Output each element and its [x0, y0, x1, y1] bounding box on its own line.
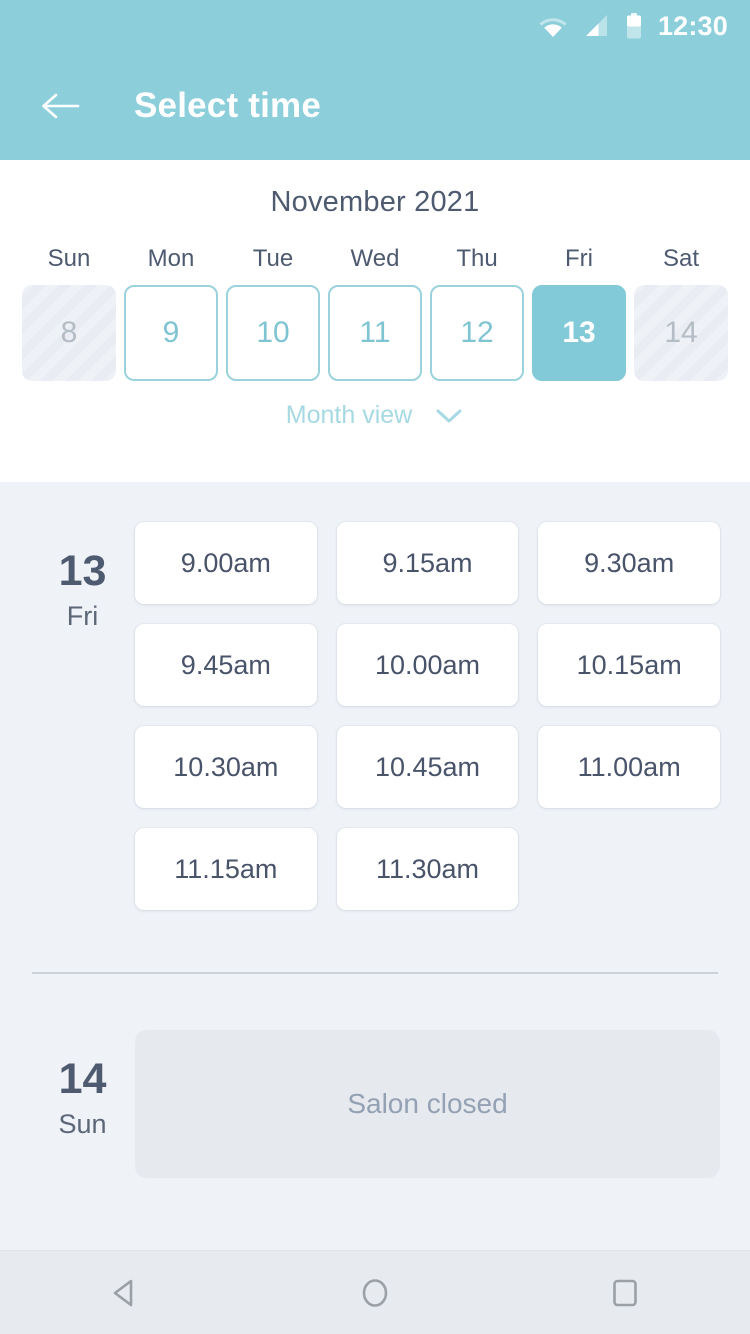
time-slot[interactable]: 10.30am	[135, 726, 317, 808]
time-slot[interactable]: 10.00am	[336, 624, 519, 706]
status-bar: 12:30	[0, 0, 750, 52]
status-bar-clock: 12:30	[657, 10, 728, 41]
schedule-day-label: 13 Fri	[30, 522, 135, 910]
calendar-day-cell[interactable]: 11	[328, 285, 422, 381]
time-slot[interactable]: 9.30am	[538, 522, 720, 604]
weekday-header: Fri	[565, 245, 593, 272]
schedule-day-block: 14 Sun Salon closed	[0, 974, 750, 1178]
time-slot[interactable]: 9.00am	[135, 522, 317, 604]
time-slot[interactable]: 10.45am	[336, 726, 519, 808]
time-slot[interactable]: 9.45am	[135, 624, 317, 706]
schedule-day-weekday: Fri	[66, 601, 99, 631]
weekday-header: Thu	[456, 245, 498, 272]
schedule-day-label: 14 Sun	[30, 1030, 135, 1178]
weekday-header: Sun	[47, 245, 91, 272]
calendar-day-cell: 14	[634, 285, 728, 381]
status-bar-icons	[538, 13, 642, 39]
home-circle-icon	[362, 1278, 388, 1307]
schedule-day-number: 13	[58, 547, 107, 595]
salon-closed-panel: Salon closed	[135, 1030, 720, 1178]
app-root: 12:30 Select time November 2021 Sun Mon …	[0, 0, 750, 1334]
chevron-down-icon	[436, 409, 462, 422]
schedule-day-number: 14	[58, 1055, 107, 1103]
calendar-day-cell[interactable]: 12	[430, 285, 524, 381]
app-bar: Select time	[0, 52, 750, 160]
calendar-weekday-header-row: Sun Mon Tue Wed Thu Fri Sat	[0, 245, 750, 285]
nav-recents-button[interactable]	[570, 1251, 680, 1334]
battery-icon	[626, 13, 641, 39]
cellular-signal-icon	[585, 15, 607, 36]
back-triangle-icon	[113, 1279, 133, 1306]
calendar-day-cell[interactable]: 9	[124, 285, 218, 381]
calendar-day-cell-selected[interactable]: 13	[532, 285, 626, 381]
schedule-day-weekday: Sun	[58, 1109, 107, 1139]
time-slot[interactable]: 11.30am	[336, 828, 519, 910]
android-navigation-bar	[0, 1250, 750, 1334]
calendar-panel: November 2021 Sun Mon Tue Wed Thu Fri Sa…	[0, 160, 750, 482]
time-slot[interactable]: 11.15am	[135, 828, 317, 910]
weekday-header: Mon	[147, 245, 195, 272]
nav-back-button[interactable]	[70, 1251, 180, 1334]
weekday-header: Tue	[252, 245, 294, 272]
recents-square-icon	[613, 1279, 637, 1306]
back-button[interactable]	[34, 80, 86, 132]
wifi-icon	[539, 18, 567, 37]
calendar-day-cell[interactable]: 10	[226, 285, 320, 381]
weekday-header: Sat	[662, 245, 700, 272]
back-arrow-icon	[42, 93, 80, 119]
calendar-day-cell: 8	[22, 285, 116, 381]
salon-closed-message: Salon closed	[347, 1088, 508, 1119]
month-view-toggle-label: Month view	[285, 401, 413, 429]
calendar-month-label: November 2021	[270, 186, 480, 218]
schedule-day-block: 13 Fri 9.00am 9.15am 9.30am 9.45am 10.00…	[0, 482, 750, 910]
time-slot[interactable]: 9.15am	[336, 522, 519, 604]
time-slot[interactable]: 10.15am	[538, 624, 720, 706]
schedule-scroll-area[interactable]: 13 Fri 9.00am 9.15am 9.30am 9.45am 10.00…	[0, 482, 750, 1250]
time-slot-grid: 9.00am 9.15am 9.30am 9.45am 10.00am 10.1…	[135, 522, 720, 910]
calendar-day-row: 8 9 10 11 12 13 14	[0, 285, 750, 381]
month-view-toggle[interactable]: Month view	[0, 401, 750, 430]
time-slot[interactable]: 11.00am	[538, 726, 720, 808]
nav-home-button[interactable]	[320, 1251, 430, 1334]
page-title: Select time	[134, 86, 322, 125]
weekday-header: Wed	[350, 245, 400, 272]
